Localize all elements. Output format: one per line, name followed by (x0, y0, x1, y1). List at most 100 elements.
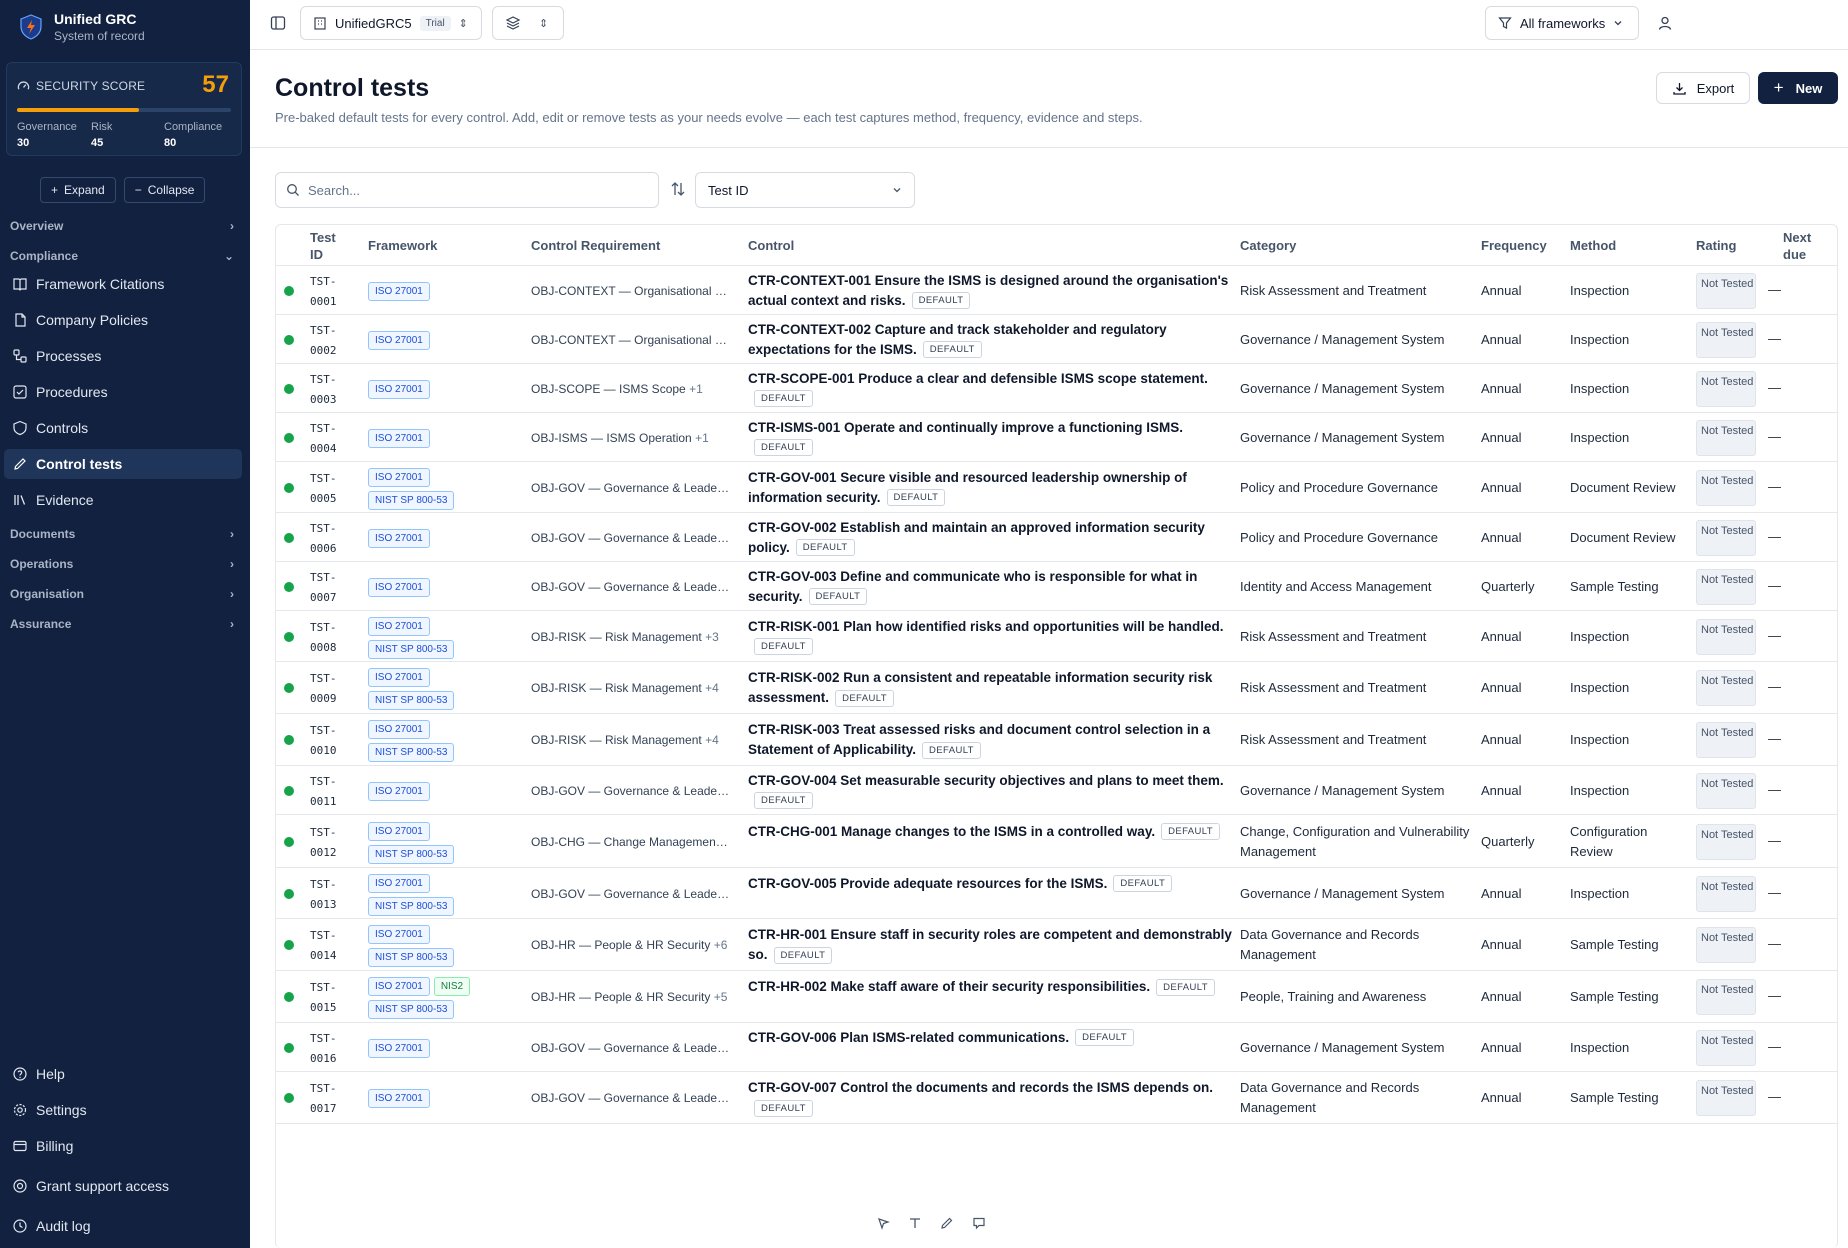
control-name[interactable]: CTR-CHG-001 Manage changes to the ISMS i… (748, 822, 1238, 842)
table-row[interactable]: TST- 0003 ISO 27001 OBJ-SCOPE — ISMS Scope … (276, 364, 1837, 413)
control-requirement[interactable]: OBJ-GOV — Governance & Leaders... (531, 1039, 731, 1057)
sort-direction-icon[interactable] (670, 180, 686, 198)
test-id[interactable]: TST- 0016 (310, 1029, 337, 1069)
security-score-card[interactable]: SECURITY SCORE 57 Governance 30 Risk 45 Co… (6, 62, 242, 156)
test-id[interactable]: TST- 0017 (310, 1079, 337, 1119)
sidebar-item-framework-citations[interactable]: Framework Citations (4, 269, 242, 299)
control-name[interactable]: CTR-GOV-002 Establish and maintain an ap… (748, 518, 1238, 558)
header-requirement[interactable]: Control Requirement (531, 237, 660, 254)
test-id[interactable]: TST- 0002 (310, 321, 337, 361)
rating-badge[interactable]: Not Tested (1696, 722, 1756, 758)
table-row[interactable]: TST- 0011 ISO 27001 OBJ-GOV — Governance & … (276, 766, 1837, 815)
control-name[interactable]: CTR-RISK-003 Treat assessed risks and do… (748, 720, 1238, 760)
nav-section-overview[interactable]: Overview › (10, 215, 238, 237)
rating-badge[interactable]: Not Tested (1696, 272, 1756, 309)
control-requirement[interactable]: OBJ-SCOPE — ISMS Scope +1 (531, 380, 731, 398)
test-id[interactable]: TST- 0013 (310, 875, 337, 915)
control-name[interactable]: CTR-HR-002 Make staff aware of their sec… (748, 977, 1238, 997)
table-row[interactable]: TST- 0013 ISO 27001 NIST SP 800-53 OBJ-GOV —… (276, 868, 1837, 919)
header-test-id[interactable]: Test ID (310, 229, 350, 263)
test-id[interactable]: TST- 0007 (310, 568, 337, 608)
test-id[interactable]: TST- 0015 (310, 978, 337, 1018)
user-icon[interactable] (1657, 15, 1673, 31)
rating-badge[interactable]: Not Tested (1696, 419, 1756, 456)
control-requirement[interactable]: OBJ-RISK — Risk Management +4 (531, 731, 731, 749)
control-requirement[interactable]: OBJ-CHG — Change Management ... (531, 833, 731, 851)
export-button[interactable]: Export (1656, 72, 1750, 104)
sidebar-item-audit-log[interactable]: Audit log (4, 1211, 242, 1241)
table-row[interactable]: TST- 0005 ISO 27001 NIST SP 800-53 OBJ-GOV —… (276, 462, 1837, 513)
test-id[interactable]: TST- 0012 (310, 823, 337, 863)
header-control[interactable]: Control (748, 237, 794, 254)
table-row[interactable]: TST- 0016 ISO 27001 OBJ-GOV — Governance & … (276, 1023, 1837, 1072)
comment-icon[interactable] (972, 1216, 986, 1230)
pen-icon[interactable] (940, 1216, 954, 1230)
header-framework[interactable]: Framework (368, 237, 437, 254)
table-row[interactable]: TST- 0008 ISO 27001 NIST SP 800-53 OBJ-RISK … (276, 611, 1837, 662)
sidebar-toggle-icon[interactable] (270, 15, 286, 31)
sidebar-item-help[interactable]: Help (4, 1059, 242, 1089)
framework-filter[interactable]: All frameworks (1485, 6, 1639, 40)
control-name[interactable]: CTR-GOV-004 Set measurable security obje… (748, 771, 1238, 811)
control-name[interactable]: CTR-CONTEXT-002 Capture and track stakeh… (748, 320, 1238, 360)
rating-badge[interactable]: Not Tested (1696, 979, 1756, 1015)
text-icon[interactable] (908, 1216, 922, 1230)
expand-button[interactable]: + Expand (40, 177, 116, 203)
test-id[interactable]: TST- 0001 (310, 272, 337, 312)
control-requirement[interactable]: OBJ-RISK — Risk Management +3 (531, 628, 731, 646)
rating-badge[interactable]: Not Tested (1696, 469, 1756, 506)
control-requirement[interactable]: OBJ-GOV — Governance & Leaders... (531, 782, 731, 800)
layers-switcher[interactable]: ⇕ (492, 6, 564, 40)
nav-section-operations[interactable]: Operations › (10, 553, 238, 575)
sidebar-item-settings[interactable]: Settings (4, 1095, 242, 1125)
sidebar-item-control-tests[interactable]: Control tests (4, 449, 242, 479)
table-row[interactable]: TST- 0009 ISO 27001 NIST SP 800-53 OBJ-RISK … (276, 662, 1837, 714)
control-requirement[interactable]: OBJ-HR — People & HR Security +5 (531, 988, 731, 1006)
control-requirement[interactable]: OBJ-GOV — Governance & Leaders... (531, 885, 731, 903)
header-rating[interactable]: Rating (1696, 237, 1736, 254)
control-name[interactable]: CTR-SCOPE-001 Produce a clear and defens… (748, 369, 1238, 409)
brand[interactable]: Unified GRC System of record (20, 10, 145, 45)
table-row[interactable]: TST- 0007 ISO 27001 OBJ-GOV — Governance & … (276, 562, 1837, 611)
workspace-switcher[interactable]: UnifiedGRC5 Trial ⇕ (300, 6, 482, 40)
rating-badge[interactable]: Not Tested (1696, 321, 1756, 358)
rating-badge[interactable]: Not Tested (1696, 1029, 1756, 1066)
control-requirement[interactable]: OBJ-RISK — Risk Management +4 (531, 679, 731, 697)
test-id[interactable]: TST- 0004 (310, 419, 337, 459)
control-name[interactable]: CTR-HR-001 Ensure staff in security role… (748, 925, 1238, 965)
control-requirement[interactable]: OBJ-GOV — Governance & Leaders... (531, 479, 731, 497)
sidebar-item-billing[interactable]: Billing (4, 1131, 242, 1161)
test-id[interactable]: TST- 0014 (310, 926, 337, 966)
table-row[interactable]: TST- 0004 ISO 27001 OBJ-ISMS — ISMS Operati… (276, 413, 1837, 462)
table-row[interactable]: TST- 0017 ISO 27001 OBJ-GOV — Governance & … (276, 1072, 1837, 1124)
table-row[interactable]: TST- 0001 ISO 27001 OBJ-CONTEXT — Organisat… (276, 266, 1837, 315)
control-name[interactable]: CTR-RISK-002 Run a consistent and repeat… (748, 668, 1238, 708)
rating-badge[interactable]: Not Tested (1696, 370, 1756, 407)
table-row[interactable]: TST- 0014 ISO 27001 NIST SP 800-53 OBJ-HR — … (276, 919, 1837, 971)
collapse-button[interactable]: − Collapse (123, 177, 206, 203)
select-icon[interactable] (876, 1216, 890, 1230)
test-id[interactable]: TST- 0003 (310, 370, 337, 410)
sidebar-item-company-policies[interactable]: Company Policies (4, 305, 242, 335)
control-requirement[interactable]: OBJ-ISMS — ISMS Operation +1 (531, 429, 731, 447)
control-name[interactable]: CTR-GOV-003 Define and communicate who i… (748, 567, 1238, 607)
sidebar-item-evidence[interactable]: Evidence (4, 485, 242, 515)
sidebar-item-processes[interactable]: Processes (4, 341, 242, 371)
table-row[interactable]: TST- 0002 ISO 27001 OBJ-CONTEXT — Organisat… (276, 315, 1837, 364)
nav-section-organisation[interactable]: Organisation › (10, 583, 238, 605)
control-name[interactable]: CTR-GOV-007 Control the documents and re… (748, 1078, 1238, 1118)
rating-badge[interactable]: Not Tested (1696, 927, 1756, 963)
sidebar-item-procedures[interactable]: Procedures (4, 377, 242, 407)
rating-badge[interactable]: Not Tested (1696, 875, 1756, 912)
search-input[interactable]: Search... (275, 172, 659, 208)
control-requirement[interactable]: OBJ-GOV — Governance & Leaders... (531, 529, 731, 547)
rating-badge[interactable]: Not Tested (1696, 772, 1756, 809)
control-requirement[interactable]: OBJ-GOV — Governance & Leaders... (531, 578, 731, 596)
rating-badge[interactable]: Not Tested (1696, 519, 1756, 556)
table-row[interactable]: TST- 0006 ISO 27001 OBJ-GOV — Governance & … (276, 513, 1837, 562)
control-requirement[interactable]: OBJ-CONTEXT — Organisational Co... (531, 282, 731, 300)
nav-section-assurance[interactable]: Assurance › (10, 613, 238, 635)
control-name[interactable]: CTR-ISMS-001 Operate and continually imp… (748, 418, 1238, 458)
control-name[interactable]: CTR-GOV-001 Secure visible and resourced… (748, 468, 1238, 508)
control-name[interactable]: CTR-GOV-006 Plan ISMS-related communicat… (748, 1028, 1238, 1048)
